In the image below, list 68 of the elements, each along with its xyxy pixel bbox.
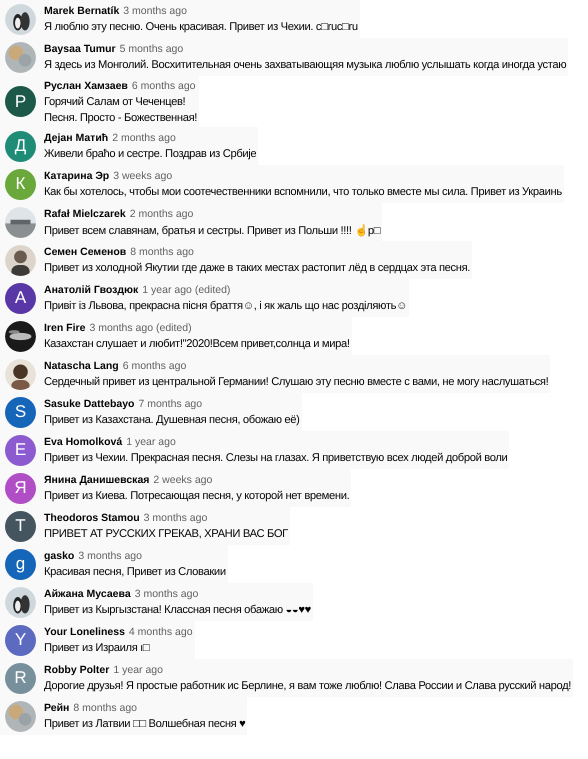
- comment-text: Дорогие друзья! Я простые работник ис Берлине, я вам тоже люблю! Слава России и Слава русский народ!: [44, 680, 572, 692]
- comment-time[interactable]: 2 months ago: [130, 208, 194, 220]
- author-name[interactable]: Baysaa Tumur: [44, 43, 116, 55]
- avatar[interactable]: А: [5, 282, 36, 314]
- comment-time[interactable]: 3 weeks ago: [113, 170, 172, 182]
- author-name[interactable]: Янина Данишевская: [44, 474, 150, 486]
- comment-text: Привет из Кыргызстана! Классная песня обажаю ◒◒♥♥: [44, 604, 311, 616]
- comment-time[interactable]: 1 year ago: [113, 664, 163, 676]
- avatar[interactable]: Y: [5, 624, 36, 656]
- comment-text: ПРИВЕТ АТ РУССКИХ ГРЕКАВ, ХРАНИ ВАС БОГ: [44, 528, 288, 540]
- comment-time[interactable]: 3 months ago: [78, 550, 142, 562]
- author-name[interactable]: Iren Fire: [44, 322, 86, 334]
- comment-text: Привет из Казахстана. Душевная песня, обожаю её): [44, 414, 300, 426]
- comment-time[interactable]: 1 year ago: [126, 436, 176, 448]
- author-name[interactable]: Катарина Эр: [44, 170, 110, 182]
- comment-text: Сердечный привет из центральной Германии! Слушаю эту песню вместе с вами, не могу наслушаться!: [44, 376, 548, 388]
- comment-text: Я здесь из Монголий. Восхитительная очень захватывающяя музыка люблю услышать когда иногда устаю: [44, 59, 566, 71]
- author-name[interactable]: Дејан Матић: [44, 132, 108, 144]
- author-name[interactable]: Theodoros Stamou: [44, 512, 140, 524]
- comment-time[interactable]: 2 months ago: [112, 132, 176, 144]
- comment-text: Казахстан слушает и любит!"2020!Всем привет,солнца и мира!: [44, 338, 350, 350]
- comment-text: Привет из Киева. Потресающая песня, у которой нет времени.: [44, 490, 350, 502]
- comment-time[interactable]: 7 months ago: [138, 398, 202, 410]
- comment-time[interactable]: 8 months ago: [130, 246, 194, 258]
- author-name[interactable]: gasko: [44, 550, 74, 562]
- avatar[interactable]: Р: [5, 86, 36, 117]
- avatar[interactable]: T: [5, 510, 36, 542]
- author-name[interactable]: Анатолій Гвоздюк: [44, 284, 138, 296]
- comment-time[interactable]: 6 months ago: [132, 80, 196, 92]
- comment-text: Как бы хотелось, чтобы мои соотечественники вспомнили, что только вместе мы сила. Привет из Украинь: [44, 186, 562, 198]
- author-name[interactable]: Marek Bernatík: [44, 5, 120, 17]
- comment-text: Привет из холодной Якутии где даже в таких местах растопит лёд в сердцах эта песня.: [44, 262, 470, 274]
- avatar[interactable]: R: [5, 662, 36, 694]
- author-name[interactable]: Eva Homolková: [44, 436, 122, 448]
- avatar[interactable]: Я: [5, 472, 36, 504]
- avatar[interactable]: S: [5, 396, 36, 428]
- comment-text: Привіт із Львова, прекрасна пісня браття☺, і як жаль що нас розділяють☺: [44, 300, 408, 312]
- avatar[interactable]: g: [5, 548, 36, 580]
- comment-time[interactable]: 3 months ago: [123, 5, 187, 17]
- comment-time[interactable]: 3 months ago: [134, 588, 198, 600]
- author-name[interactable]: Your Loneliness: [44, 626, 125, 638]
- avatar[interactable]: Д: [5, 130, 36, 162]
- comment-time[interactable]: 2 weeks ago: [153, 474, 212, 486]
- comment-text: Песня. Просто - Божественная!: [44, 112, 198, 124]
- author-name[interactable]: Sasuke Dattebayo: [44, 398, 134, 410]
- comment-time[interactable]: 8 months ago: [73, 702, 138, 714]
- comment-text: Живели браћо и сестре. Поздрав из Србије: [44, 148, 256, 160]
- comment-time[interactable]: 1 year ago (edited): [142, 284, 230, 296]
- comment-text: Красивая песня, Привет из Словакии: [44, 566, 226, 578]
- author-name[interactable]: Семен Семенов: [44, 246, 126, 258]
- comment-time[interactable]: 3 months ago: [144, 512, 208, 524]
- author-name[interactable]: Natascha Lang: [44, 360, 119, 372]
- author-name[interactable]: Рейн: [44, 702, 70, 714]
- comment-text: Привет из Израиля ı□: [44, 642, 151, 654]
- comment-text: Привет из Чехии. Прекрасная песня. Слезы на глазах. Я приветствую всех людей доброй воли: [44, 452, 508, 464]
- comment-time[interactable]: 6 months ago: [122, 360, 186, 372]
- comment-time[interactable]: 5 months ago: [120, 43, 184, 55]
- comment-text: Привет всем славянам, братья и сестры. Привет из Польши !!!! ☝p□: [44, 224, 380, 236]
- author-name[interactable]: Руслан Хамзаев: [44, 80, 128, 92]
- comment-text: Горячий Салам от Чеченцев!: [44, 96, 186, 108]
- avatar[interactable]: E: [5, 434, 36, 466]
- comment-text: Я люблю эту песню. Очень красивая. Привет из Чехии. c□ruc□ru: [44, 21, 358, 33]
- author-name[interactable]: Rafał Mielczarek: [44, 208, 126, 220]
- author-name[interactable]: Robby Polter: [44, 664, 110, 676]
- comment-time[interactable]: 3 months ago (edited): [89, 322, 192, 334]
- comment-text: Привет из Латвии □□ Волшебная песня ♥: [44, 718, 246, 730]
- author-name[interactable]: Айжана Мусаева: [44, 588, 131, 600]
- comment-time[interactable]: 4 months ago: [128, 626, 193, 638]
